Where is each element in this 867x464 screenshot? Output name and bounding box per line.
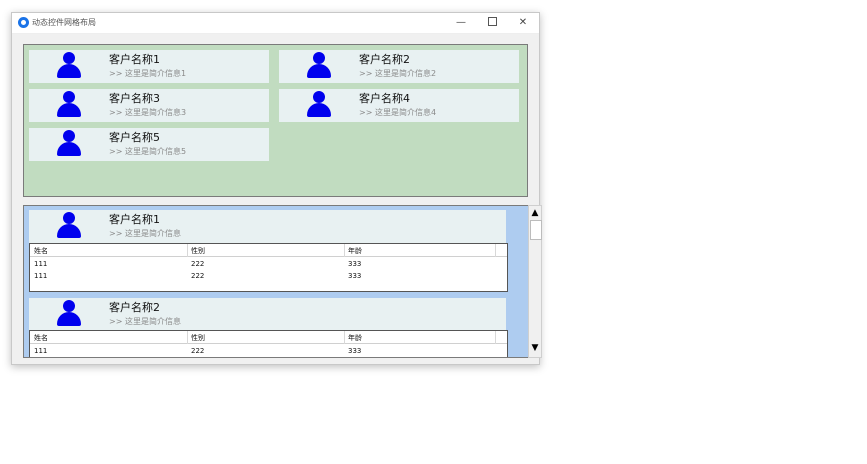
- customer-intro: >> 这里是简介信息2: [359, 69, 437, 78]
- table-header-row: 姓名 性别 年龄: [30, 331, 507, 344]
- person-icon: [57, 91, 81, 119]
- window-title: 动态控件网格布局: [32, 18, 96, 27]
- customer-card[interactable]: 客户名称5 >> 这里是简介信息5: [29, 128, 269, 161]
- person-icon: [57, 300, 81, 328]
- customer-card[interactable]: 客户名称3 >> 这里是简介信息3: [29, 89, 269, 122]
- customer-name: 客户名称3: [109, 92, 160, 105]
- app-logo-icon: [18, 17, 29, 28]
- list-item-header[interactable]: 客户名称1 >> 这里是简介信息: [29, 210, 506, 243]
- customer-intro: >> 这里是简介信息1: [109, 69, 187, 78]
- column-header-gender[interactable]: 性别: [191, 246, 205, 256]
- close-button[interactable]: ✕: [508, 14, 538, 32]
- detail-table[interactable]: 姓名 性别 年龄 111 222 333: [29, 330, 508, 357]
- customer-card[interactable]: 客户名称2 >> 这里是简介信息2: [279, 50, 519, 83]
- table-row[interactable]: 111 222 333: [30, 345, 507, 357]
- column-header-age[interactable]: 年龄: [348, 246, 362, 256]
- detail-table[interactable]: 姓名 性别 年龄 111 222 333 111 222 333: [29, 243, 508, 292]
- table-cell: 222: [191, 272, 205, 280]
- table-cell: 222: [191, 260, 205, 268]
- scroll-down-icon[interactable]: ▼: [529, 342, 541, 354]
- scroll-up-icon[interactable]: ▲: [529, 207, 541, 219]
- table-cell: 333: [348, 347, 362, 355]
- table-cell: 111: [34, 272, 48, 280]
- column-header-gender[interactable]: 性别: [191, 333, 205, 343]
- customer-intro: >> 这里是简介信息: [109, 229, 181, 238]
- maximize-icon: [487, 16, 497, 26]
- table-cell: 111: [34, 260, 48, 268]
- maximize-button[interactable]: [477, 14, 507, 32]
- title-bar[interactable]: 动态控件网格布局 — ✕: [12, 13, 539, 34]
- table-cell: 111: [34, 347, 48, 355]
- minimize-button[interactable]: —: [446, 14, 476, 32]
- customer-name: 客户名称2: [359, 53, 410, 66]
- person-icon: [307, 91, 331, 119]
- column-header-name[interactable]: 姓名: [34, 333, 48, 343]
- person-icon: [57, 52, 81, 80]
- customer-intro: >> 这里是简介信息4: [359, 108, 437, 117]
- customer-intro: >> 这里是简介信息3: [109, 108, 187, 117]
- table-row[interactable]: 111 222 333: [30, 258, 507, 270]
- scroll-thumb[interactable]: [530, 220, 542, 240]
- table-cell: 333: [348, 260, 362, 268]
- column-header-age[interactable]: 年龄: [348, 333, 362, 343]
- column-header-name[interactable]: 姓名: [34, 246, 48, 256]
- customer-name: 客户名称4: [359, 92, 410, 105]
- customer-name: 客户名称1: [109, 53, 160, 66]
- customer-name: 客户名称1: [109, 213, 160, 226]
- vertical-scrollbar[interactable]: ▲ ▼: [528, 205, 542, 358]
- list-item-header[interactable]: 客户名称2 >> 这里是简介信息: [29, 298, 506, 331]
- customer-list-panel[interactable]: 客户名称1 >> 这里是简介信息 姓名 性别 年龄 111 222 333 11…: [23, 205, 529, 358]
- customer-name: 客户名称2: [109, 301, 160, 314]
- customer-card[interactable]: 客户名称1 >> 这里是简介信息1: [29, 50, 269, 83]
- customer-intro: >> 这里是简介信息: [109, 317, 181, 326]
- person-icon: [57, 212, 81, 240]
- person-icon: [307, 52, 331, 80]
- table-cell: 222: [191, 347, 205, 355]
- customer-intro: >> 这里是简介信息5: [109, 147, 187, 156]
- table-row[interactable]: 111 222 333: [30, 270, 507, 282]
- customer-card[interactable]: 客户名称4 >> 这里是简介信息4: [279, 89, 519, 122]
- person-icon: [57, 130, 81, 158]
- app-window: 动态控件网格布局 — ✕ 客户名称1 >> 这里是简介信息1 客户名称2 >> …: [11, 12, 542, 365]
- table-header-row: 姓名 性别 年龄: [30, 244, 507, 257]
- table-cell: 333: [348, 272, 362, 280]
- customer-grid-panel: 客户名称1 >> 这里是简介信息1 客户名称2 >> 这里是简介信息2 客户名称…: [23, 44, 528, 197]
- customer-name: 客户名称5: [109, 131, 160, 144]
